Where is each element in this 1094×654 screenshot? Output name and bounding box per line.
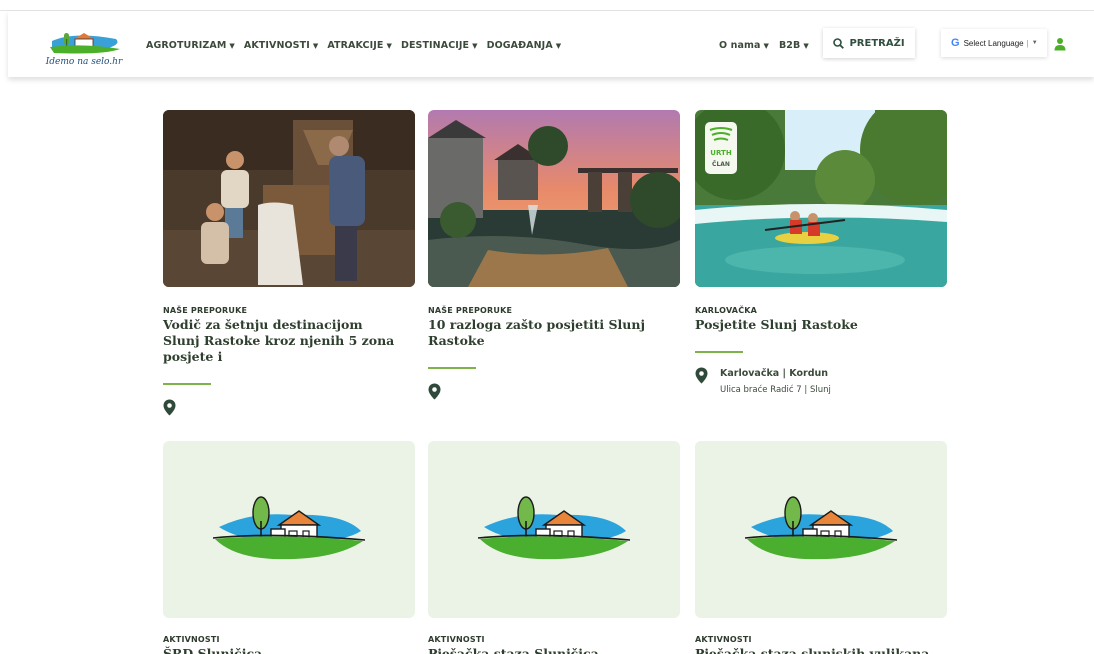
card-vodic[interactable]: NAŠE PREPORUKE Vodič za šetnju destinaci… xyxy=(163,110,415,416)
nav-dogadanja[interactable]: DOGAĐANJA ▼ xyxy=(487,40,562,51)
search-label: PRETRAŽI xyxy=(849,37,905,49)
nav-label: DESTINACIJE xyxy=(400,40,470,51)
location-pin-icon xyxy=(163,399,176,416)
nav-label: AGROTURIZAM xyxy=(146,40,227,51)
language-label: Select Language xyxy=(963,38,1024,48)
card-pjesacka-staza-vulikana[interactable]: AKTIVNOSTI Pješačka staza slunjskih vuli… xyxy=(695,441,947,654)
card-title[interactable]: 10 razloga zašto posjetiti Slunj Rastoke xyxy=(428,317,664,349)
divider xyxy=(163,383,211,385)
divider xyxy=(428,367,476,369)
nav-destinacije[interactable]: DESTINACIJE ▼ xyxy=(401,40,478,51)
location-address: Ulica braće Radić 7 | Slunj xyxy=(720,385,831,395)
language-caret-icon: ▼ xyxy=(1031,40,1038,46)
card-category: AKTIVNOSTI xyxy=(695,635,752,644)
card-image-kayak[interactable]: URTH ČLAN xyxy=(695,110,947,287)
card-image-rastoke[interactable] xyxy=(428,110,680,287)
card-title[interactable]: ŠRD Slunjčica xyxy=(163,646,415,654)
location-pin-icon xyxy=(695,367,708,384)
card-image-mill[interactable] xyxy=(163,110,415,287)
nav-atrakcije[interactable]: ATRAKCIJE ▼ xyxy=(327,40,392,51)
placeholder-image[interactable] xyxy=(695,441,947,618)
card-title[interactable]: Pješačka staza Slunjčica xyxy=(428,646,680,654)
placeholder-logo-icon xyxy=(213,496,365,560)
site-header: Idemo na selo.hr AGROTURIZAM ▼ AKTIVNOSTI… xyxy=(8,11,1094,77)
card-posjetite-slunj[interactable]: URTH ČLAN KARLOVAČKA Posjetite Slunj Ras… xyxy=(695,110,947,395)
nav-label: DOGAĐANJA xyxy=(486,40,553,51)
language-separator: | xyxy=(1026,38,1029,48)
nav-label: ATRAKCIJE xyxy=(327,40,384,51)
divider xyxy=(695,351,743,353)
google-icon: G xyxy=(951,37,960,49)
nav-b2b[interactable]: B2B ▼ xyxy=(779,40,809,51)
nav-o-nama[interactable]: O nama ▼ xyxy=(719,40,769,51)
card-category: NAŠE PREPORUKE xyxy=(163,306,248,315)
location-row xyxy=(428,383,680,400)
nav-aktivnosti[interactable]: AKTIVNOSTI ▼ xyxy=(244,40,318,51)
caret-down-icon: ▼ xyxy=(803,41,809,50)
placeholder-logo-icon xyxy=(745,496,897,560)
user-icon[interactable] xyxy=(1053,37,1067,51)
search-button[interactable]: PRETRAŽI xyxy=(823,28,915,58)
nav-agroturizam[interactable]: AGROTURIZAM ▼ xyxy=(146,40,235,51)
caret-down-icon: ▼ xyxy=(763,41,769,50)
card-title[interactable]: Vodič za šetnju destinacijom Slunj Rasto… xyxy=(163,317,399,365)
caret-down-icon: ▼ xyxy=(555,41,562,50)
card-10-razloga[interactable]: NAŠE PREPORUKE 10 razloga zašto posjetit… xyxy=(428,110,680,400)
placeholder-image[interactable] xyxy=(428,441,680,618)
location-region: Karlovačka | Kordun xyxy=(720,368,829,379)
main-nav: AGROTURIZAM ▼ AKTIVNOSTI ▼ ATRAKCIJE ▼ DEST… xyxy=(146,40,570,51)
location-row: Karlovačka | Kordun Ulica braće Radić 7 … xyxy=(695,367,947,395)
search-icon xyxy=(833,37,845,49)
nav-label: O nama xyxy=(719,40,761,51)
caret-down-icon: ▼ xyxy=(312,41,319,50)
card-category: AKTIVNOSTI xyxy=(163,635,220,644)
nav-label: B2B xyxy=(778,40,801,51)
urth-badge-text: URTH xyxy=(710,149,732,157)
card-category: KARLOVAČKA xyxy=(695,306,758,315)
card-srd-slunjcica[interactable]: AKTIVNOSTI ŠRD Slunjčica xyxy=(163,441,415,654)
logo-text: Idemo na selo.hr xyxy=(45,57,123,67)
card-pjesacka-staza-slunjcica[interactable]: AKTIVNOSTI Pješačka staza Slunjčica xyxy=(428,441,680,654)
caret-down-icon: ▼ xyxy=(229,41,235,50)
nav-label: AKTIVNOSTI xyxy=(243,40,310,51)
location-text: Karlovačka | Kordun Ulica braće Radić 7 … xyxy=(720,367,831,395)
site-logo[interactable]: Idemo na selo.hr xyxy=(44,25,124,69)
caret-down-icon: ▼ xyxy=(386,41,392,50)
svg-text:ČLAN: ČLAN xyxy=(712,161,730,168)
card-title[interactable]: Pješačka staza slunjskih vulikana xyxy=(695,646,947,654)
placeholder-logo-icon xyxy=(478,496,630,560)
secondary-nav: O nama ▼ B2B ▼ xyxy=(719,40,819,51)
logo-icon xyxy=(50,33,120,54)
placeholder-image[interactable] xyxy=(163,441,415,618)
location-pin-icon xyxy=(428,383,441,400)
card-category: NAŠE PREPORUKE xyxy=(428,306,513,315)
location-row xyxy=(163,399,415,416)
caret-down-icon: ▼ xyxy=(472,41,478,50)
card-category: AKTIVNOSTI xyxy=(428,635,485,644)
language-select[interactable]: G Select Language | ▼ xyxy=(941,29,1047,57)
card-title[interactable]: Posjetite Slunj Rastoke xyxy=(695,317,931,333)
